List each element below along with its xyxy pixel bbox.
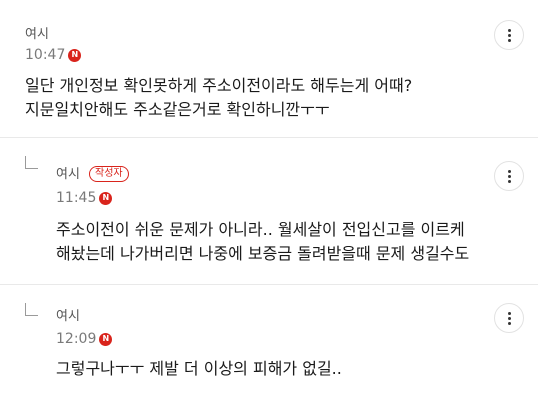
comment-author[interactable]: 여시 — [56, 309, 80, 325]
comment-time: 12:09 N — [56, 331, 113, 347]
new-icon: N — [99, 332, 113, 346]
reply-arrow-icon — [25, 156, 38, 169]
comment-time: 11:45 N — [56, 190, 113, 206]
comment-time-text: 10:47 — [25, 47, 66, 63]
more-options-button[interactable] — [494, 161, 524, 191]
comment-author[interactable]: 여시 — [25, 27, 49, 43]
more-dot-icon — [507, 28, 511, 32]
new-icon: N — [68, 48, 82, 62]
comment-author[interactable]: 여시 — [56, 167, 80, 183]
new-icon: N — [99, 191, 113, 205]
comment-time-text: 12:09 — [56, 331, 97, 347]
reply-item: 여시 작성자 11:45 N 주소이전이 쉬운 문제가 아니라.. 월세살이 전… — [0, 138, 538, 284]
reply-item: 여시 12:09 N 그렇구나ㅜㅜ 제발 더 이상의 피해가 없길.. — [0, 285, 538, 404]
comment-time-text: 11:45 — [56, 190, 97, 206]
more-dot-icon — [507, 316, 511, 320]
more-options-button[interactable] — [494, 20, 524, 50]
reply-arrow-icon — [25, 303, 38, 316]
more-dot-icon — [507, 311, 511, 315]
writer-badge: 작성자 — [89, 166, 129, 182]
more-dot-icon — [507, 179, 511, 183]
more-dot-icon — [507, 38, 511, 42]
comment-item: 여시 10:47 N 일단 개인정보 확인못하게 주소이전이라도 해두는게 어때… — [0, 0, 538, 136]
comment-text-line: 지문일치안해도 주소같은거로 확인하니깐ㅜㅜ — [25, 100, 330, 119]
more-options-button[interactable] — [494, 303, 524, 333]
comment-text-line: 그렇구나ㅜㅜ 제발 더 이상의 피해가 없길.. — [56, 359, 342, 378]
comment-text-line: 해놨는데 나가버리면 나중에 보증금 돌려받을때 문제 생길수도 — [56, 244, 470, 263]
more-dot-icon — [507, 174, 511, 178]
comment-text-line: 주소이전이 쉬운 문제가 아니라.. 월세살이 전입신고를 이르케 — [56, 220, 465, 239]
more-dot-icon — [507, 321, 511, 325]
comment-text-line: 일단 개인정보 확인못하게 주소이전이라도 해두는게 어때? — [25, 76, 413, 95]
more-dot-icon — [507, 33, 511, 37]
comment-time: 10:47 N — [25, 47, 82, 63]
more-dot-icon — [507, 169, 511, 173]
